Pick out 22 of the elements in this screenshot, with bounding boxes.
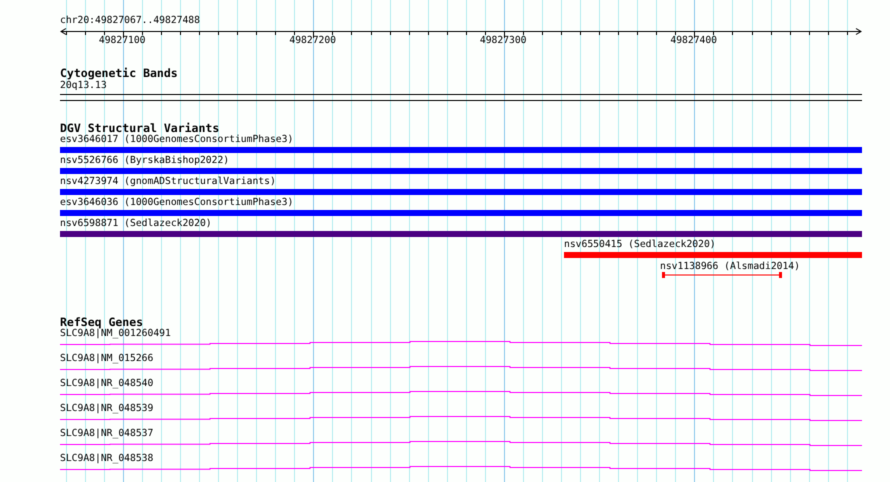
tick-label: 49827200 (289, 35, 336, 47)
tick-label: 49827400 (670, 35, 718, 47)
gene-label: SLC9A8|NM_015266 (60, 353, 154, 365)
track-title: RefSeq Genes (60, 316, 144, 328)
variant-label: esv3646036 (1000GenomesConsortiumPhase3) (60, 197, 294, 209)
variant-label: nsv6598871 (Sedlazeck2020) (60, 218, 212, 230)
track-title: Cytogenetic Bands (60, 67, 178, 79)
gene-label: SLC9A8|NR_048539 (60, 403, 154, 415)
gene-label: SLC9A8|NR_048538 (60, 453, 154, 465)
band-label: 20q13.13 (60, 80, 107, 92)
tick-label: 49827100 (98, 35, 146, 47)
variant-label: nsv5526766 (ByrskaBishop2022) (60, 155, 230, 167)
gene-label: SLC9A8|NR_048540 (60, 378, 154, 390)
variant-label: nsv6550415 (Sedlazeck2020) (564, 239, 716, 251)
gene-label: SLC9A8|NM_001260491 (60, 328, 171, 340)
variant-label: nsv1138966 (Alsmadi2014) (660, 261, 800, 273)
track-title: DGV Structural Variants (60, 122, 220, 134)
tick-label: 49827300 (480, 35, 527, 47)
position-label: chr20:49827067..49827488 (60, 15, 200, 27)
gene-label: SLC9A8|NR_048537 (60, 428, 154, 440)
variant-label: nsv4273974 (gnomADStructuralVariants) (60, 176, 276, 188)
variant-label: esv3646017 (1000GenomesConsortiumPhase3) (60, 134, 294, 146)
